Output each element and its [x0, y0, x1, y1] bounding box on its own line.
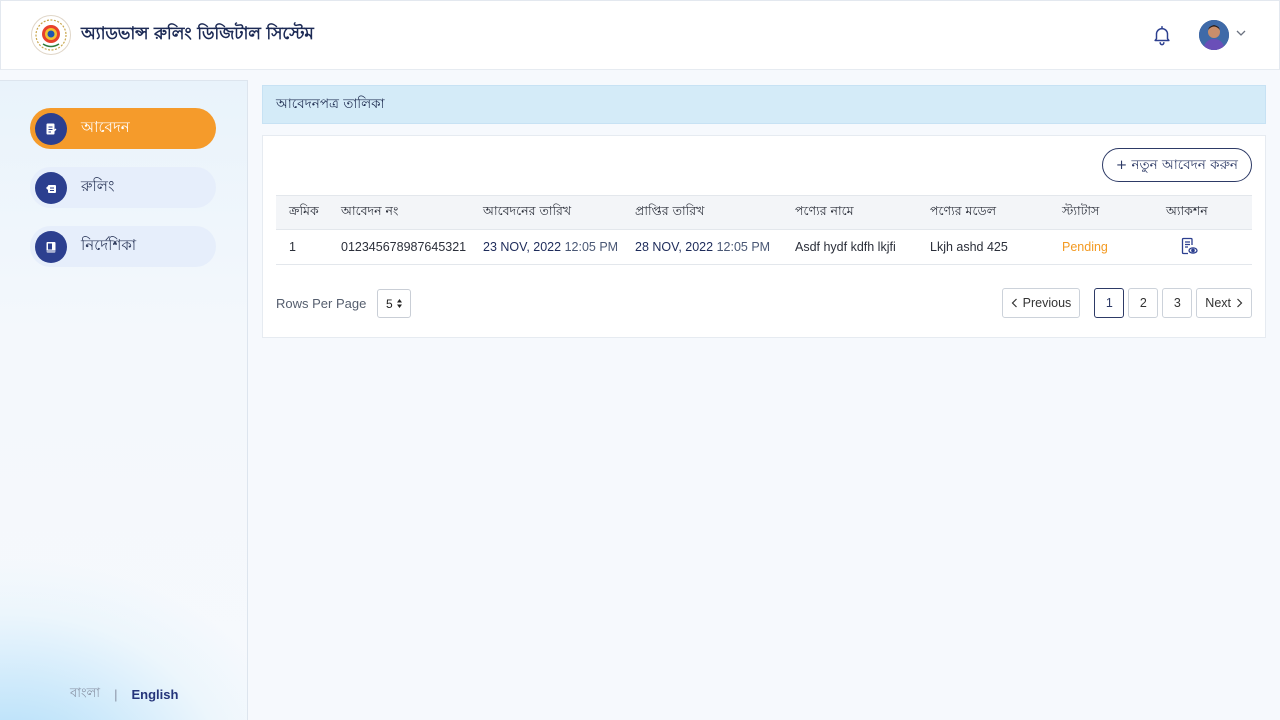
sort-arrows-icon [396, 298, 403, 309]
col-app-date: আবেদনের তারিখ [470, 195, 622, 230]
app-title: অ্যাডভান্স রুলিং ডিজিটাল সিস্টেম [81, 24, 314, 44]
language-switcher: বাংলা | English [70, 684, 178, 705]
recv-time: 12:05 PM [716, 240, 771, 254]
top-header: অ্যাডভান্স রুলিং ডিজিটাল সিস্টেম [0, 0, 1280, 70]
previous-label: Previous [1022, 296, 1072, 310]
next-label: Next [1205, 296, 1231, 310]
cell-action [1153, 229, 1252, 265]
page-1-button[interactable]: 1 [1094, 288, 1125, 318]
sidebar-item-ruling[interactable]: রুলিং [30, 167, 216, 208]
view-document-icon[interactable] [1179, 236, 1199, 259]
bell-icon[interactable] [1149, 22, 1175, 48]
table-row: 1 012345678987645321 23 NOV, 2022 12:05 … [276, 229, 1252, 265]
table-header-row: ক্রমিক আবেদন নং আবেদনের তারিখ প্রাপ্তির … [276, 195, 1252, 230]
cell-app-no: 012345678987645321 [328, 229, 470, 265]
next-button[interactable]: Next [1196, 288, 1252, 318]
page-2-button[interactable]: 2 [1128, 288, 1159, 318]
app-date: 23 NOV, 2022 [483, 240, 562, 254]
col-status: স্ট্যাটাস [1049, 195, 1153, 230]
new-application-button[interactable]: + নতুন আবেদন করুন [1101, 148, 1252, 182]
col-action: অ্যাকশন [1153, 195, 1252, 230]
rows-per-page-label: Rows Per Page [276, 296, 367, 311]
lang-english[interactable]: English [131, 687, 178, 702]
lang-bangla[interactable]: বাংলা [70, 684, 100, 705]
ruling-icon [35, 171, 67, 204]
avatar [1199, 20, 1229, 50]
status-badge: Pending [1049, 229, 1153, 265]
col-product-model: পণ্যের মডেল [917, 195, 1049, 230]
sidebar: আবেদন রুলিং নির্দেশিকা বাংলা | English [0, 80, 248, 720]
col-product-name: পণ্যের নামে [782, 195, 917, 230]
cell-recv-date: 28 NOV, 2022 12:05 PM [622, 229, 782, 265]
sidebar-item-application[interactable]: আবেদন [30, 108, 216, 149]
cell-app-date: 23 NOV, 2022 12:05 PM [470, 229, 622, 265]
page-title: আবেদনপত্র তালিকা [276, 96, 385, 112]
page-title-bar: আবেদনপত্র তালিকা [262, 85, 1266, 124]
document-icon [35, 112, 67, 145]
chevron-left-icon [1011, 298, 1018, 308]
sidebar-item-label: নির্দেশিকা [81, 236, 137, 254]
cell-product-name: Asdf hydf kdfh lkjfi [782, 229, 917, 265]
emblem-logo [31, 15, 71, 55]
col-app-no: আবেদন নং [328, 195, 470, 230]
app-time: 12:05 PM [564, 240, 619, 254]
cell-serial: 1 [276, 229, 328, 265]
col-recv-date: প্রাপ্তির তারিখ [622, 195, 782, 230]
lang-separator: | [114, 687, 118, 702]
recv-date: 28 NOV, 2022 [635, 240, 714, 254]
sidebar-item-label: আবেদন [81, 118, 130, 136]
rows-per-page: Rows Per Page 5 [276, 289, 412, 318]
cell-product-model: Lkjh ashd 425 [917, 229, 1049, 265]
application-list-card: + নতুন আবেদন করুন ক্রমিক আবেদন নং আবেদনে… [262, 135, 1266, 338]
profile-menu[interactable] [1199, 20, 1249, 50]
chevron-right-icon [1236, 298, 1243, 308]
page-3-button[interactable]: 3 [1162, 288, 1193, 318]
book-icon [35, 230, 67, 263]
pagination: Previous 1 2 3 Next [998, 288, 1252, 318]
rows-per-page-value: 5 [385, 296, 393, 311]
sidebar-item-guideline[interactable]: নির্দেশিকা [30, 226, 216, 267]
rows-per-page-select[interactable]: 5 [377, 289, 412, 318]
application-table: ক্রমিক আবেদন নং আবেদনের তারিখ প্রাপ্তির … [276, 195, 1252, 265]
chevron-down-icon [1235, 26, 1247, 44]
col-serial: ক্রমিক [276, 195, 328, 230]
previous-button[interactable]: Previous [1001, 288, 1081, 318]
sidebar-item-label: রুলিং [81, 177, 115, 195]
